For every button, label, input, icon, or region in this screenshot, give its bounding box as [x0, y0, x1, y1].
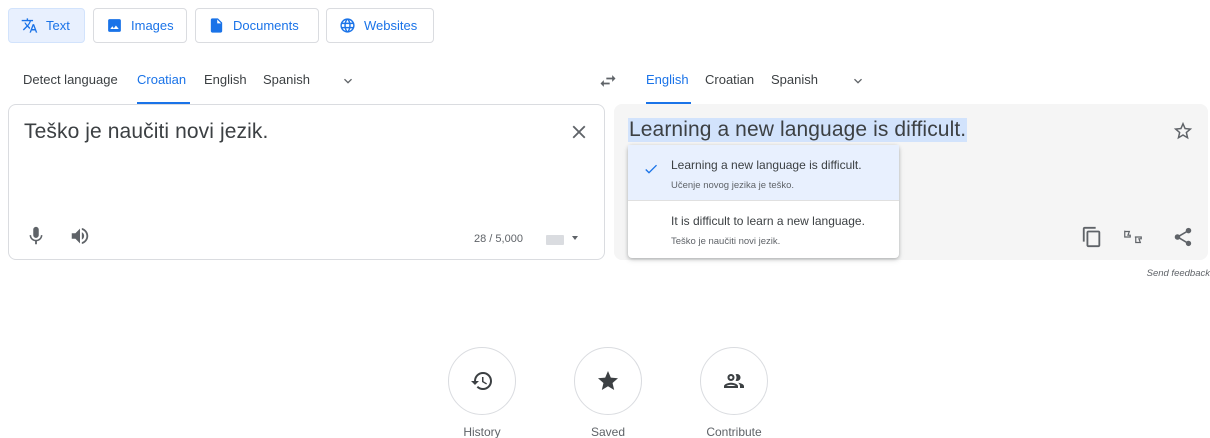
history-label: History [463, 425, 501, 438]
target-lang-more-button[interactable] [850, 73, 866, 89]
alternative-back-translation: Teško je naučiti novi jezik. [671, 236, 781, 247]
mode-text-button[interactable]: Text [8, 8, 85, 43]
clear-source-button[interactable] [568, 121, 590, 143]
share-icon [1174, 227, 1192, 247]
source-lang-spanish[interactable]: Spanish [263, 72, 310, 104]
rate-translation-button[interactable] [1122, 226, 1144, 248]
caret-down-icon[interactable] [572, 236, 578, 240]
microphone-icon [29, 226, 43, 245]
saved-button[interactable] [574, 347, 642, 415]
saved-label: Saved [590, 425, 626, 438]
mode-websites-label: Websites [364, 18, 418, 33]
history-icon [471, 372, 492, 390]
close-icon [572, 125, 586, 139]
target-lang-english[interactable]: English [646, 72, 691, 104]
target-lang-croatian[interactable]: Croatian [705, 72, 754, 104]
history-button[interactable] [448, 347, 516, 415]
share-translation-button[interactable] [1172, 226, 1194, 248]
alternative-translations-menu: Learning a new language is difficult. Uč… [628, 145, 899, 258]
alternative-option[interactable]: It is difficult to learn a new language.… [628, 201, 899, 256]
contribute-label: Contribute [706, 425, 762, 438]
alternative-text: Learning a new language is difficult. [671, 158, 862, 172]
source-lang-detect[interactable]: Detect language [23, 72, 118, 104]
chevron-down-icon [854, 78, 862, 84]
voice-input-button[interactable] [25, 225, 47, 247]
target-lang-spanish[interactable]: Spanish [771, 72, 818, 104]
translation-text[interactable]: Learning a new language is difficult. [628, 118, 968, 142]
swap-languages-button[interactable] [598, 71, 618, 91]
star-icon [598, 371, 618, 390]
mode-websites-button[interactable]: Websites [326, 8, 434, 43]
translate-icon [21, 18, 38, 33]
source-lang-english[interactable]: English [204, 72, 247, 104]
save-translation-button[interactable] [1172, 120, 1194, 142]
speaker-icon [71, 227, 89, 245]
keyboard-icon[interactable] [546, 235, 564, 245]
send-feedback-link[interactable]: Send feedback [1147, 268, 1210, 279]
people-icon [724, 374, 744, 388]
swap-icon [600, 75, 616, 87]
source-lang-more-button[interactable] [340, 73, 356, 89]
alternative-text: It is difficult to learn a new language. [671, 214, 865, 228]
mode-images-label: Images [131, 18, 174, 33]
thumbs-up-down-icon [1124, 230, 1142, 244]
globe-icon [340, 18, 355, 33]
chevron-down-icon [344, 78, 352, 84]
image-icon [108, 19, 121, 32]
listen-source-button[interactable] [69, 225, 91, 247]
copy-icon [1082, 226, 1101, 248]
star-outline-icon [1173, 121, 1193, 140]
mode-text-label: Text [46, 18, 70, 33]
document-icon [210, 18, 223, 33]
contribute-button[interactable] [700, 347, 768, 415]
mode-documents-label: Documents [233, 18, 299, 33]
copy-translation-button[interactable] [1081, 226, 1103, 248]
mode-documents-button[interactable]: Documents [195, 8, 319, 43]
check-icon [643, 161, 659, 177]
source-panel: Teško je naučiti novi jezik. 28 / 5,000 [8, 104, 605, 260]
mode-images-button[interactable]: Images [93, 8, 187, 43]
alternative-option[interactable]: Learning a new language is difficult. Uč… [628, 145, 899, 200]
source-lang-croatian[interactable]: Croatian [137, 72, 190, 104]
source-text-input[interactable]: Teško je naučiti novi jezik. [24, 120, 268, 144]
character-counter: 28 / 5,000 [474, 233, 523, 245]
alternative-back-translation: Učenje novog jezika je teško. [671, 180, 795, 191]
